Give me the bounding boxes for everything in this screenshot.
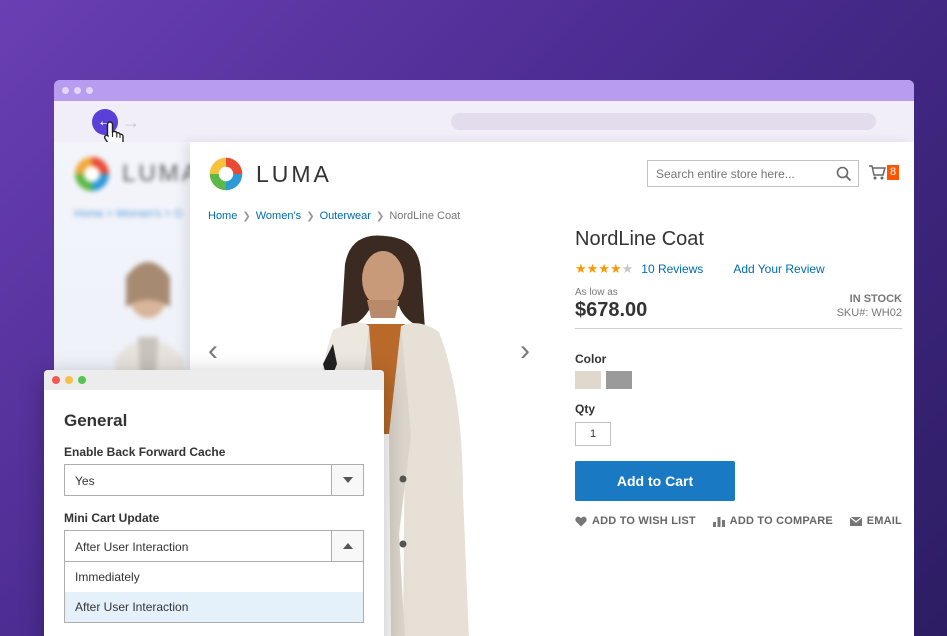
compare-label: ADD TO COMPARE (729, 515, 833, 527)
window-dot[interactable] (74, 87, 81, 94)
prev-breadcrumb: Home > Women's > O (74, 208, 183, 220)
window-dot[interactable] (86, 87, 93, 94)
breadcrumb-outerwear[interactable]: Outerwear (320, 210, 371, 222)
gallery-prev-arrow-icon[interactable]: ‹ (208, 334, 218, 368)
stock-status: IN STOCK (849, 293, 902, 305)
mini-cart-update-options: Immediately After User Interaction (64, 562, 364, 623)
breadcrumb-current: NordLine Coat (389, 210, 461, 222)
qty-input[interactable]: 1 (575, 422, 611, 446)
prev-logo-text: LUMA (122, 160, 190, 187)
option-after-user-interaction[interactable]: After User Interaction (65, 592, 363, 622)
add-to-wishlist-link[interactable]: ADD TO WISH LIST (575, 515, 696, 527)
chevron-up-icon[interactable] (331, 531, 363, 561)
product-sku: SKU#: WH02 (836, 307, 902, 319)
product-price: $678.00 (575, 299, 648, 321)
email-label: EMAIL (866, 515, 902, 527)
luma-logo-icon (75, 157, 109, 191)
add-review-link[interactable]: Add Your Review (733, 262, 824, 276)
color-swatch-beige[interactable] (575, 371, 601, 389)
product-actions: ADD TO WISH LIST ADD TO COMPARE EMAIL (575, 515, 902, 527)
breadcrumb-home[interactable]: Home (208, 210, 237, 222)
mini-cart-update-label: Mini Cart Update (64, 511, 160, 525)
maximize-dot[interactable] (78, 376, 86, 384)
heart-icon (575, 516, 587, 526)
compare-icon (712, 516, 725, 527)
cart-icon[interactable] (868, 164, 886, 180)
close-dot[interactable] (52, 376, 60, 384)
envelope-icon (849, 516, 862, 526)
browser-toolbar: ← → (54, 101, 914, 148)
chevron-down-icon[interactable] (331, 465, 363, 495)
rating-stars-icon: ★★★★★ (575, 261, 634, 276)
mini-cart-update-select[interactable]: After User Interaction (64, 530, 364, 562)
back-forward-cache-select[interactable]: Yes (64, 464, 364, 496)
luma-logo-icon[interactable] (208, 156, 244, 192)
popup-titlebar (44, 370, 384, 390)
search-icon[interactable] (836, 166, 852, 182)
chevron-right-icon: ❯ (375, 210, 385, 222)
back-forward-cache-label: Enable Back Forward Cache (64, 445, 226, 459)
product-rating: ★★★★★ 10 Reviews Add Your Review (575, 261, 825, 277)
divider (575, 328, 902, 329)
cart-count-badge[interactable]: 8 (887, 165, 900, 180)
address-bar[interactable] (451, 113, 876, 130)
back-forward-cache-value: Yes (75, 474, 95, 488)
store-logo-text[interactable]: LUMA (256, 161, 332, 188)
as-low-as-label: As low as (575, 287, 618, 298)
window-dot[interactable] (62, 87, 69, 94)
wishlist-label: ADD TO WISH LIST (592, 515, 696, 527)
color-label: Color (575, 352, 607, 366)
browser-titlebar (54, 80, 914, 101)
search-input[interactable]: Search entire store here... (647, 160, 859, 187)
gallery-next-arrow-icon[interactable]: › (520, 334, 530, 368)
section-title: General (64, 411, 128, 430)
mini-cart-update-value: After User Interaction (75, 540, 189, 554)
qty-label: Qty (575, 402, 596, 416)
chevron-right-icon: ❯ (242, 210, 251, 222)
product-title: NordLine Coat (575, 228, 704, 250)
chevron-right-icon: ❯ (306, 210, 315, 222)
add-to-compare-link[interactable]: ADD TO COMPARE (712, 515, 833, 527)
breadcrumb: Home ❯ Women’s ❯ Outerwear ❯ NordLine Co… (208, 210, 460, 222)
minimize-dot[interactable] (65, 376, 73, 384)
color-swatch-gray[interactable] (606, 371, 632, 389)
search-placeholder: Search entire store here... (656, 167, 795, 181)
reviews-link[interactable]: 10 Reviews (641, 262, 703, 276)
email-link[interactable]: EMAIL (849, 515, 902, 527)
breadcrumb-womens[interactable]: Women’s (256, 210, 301, 222)
admin-settings-window: General Enable Back Forward Cache Yes Mi… (44, 370, 384, 636)
add-to-cart-button[interactable]: Add to Cart (575, 461, 735, 501)
option-immediately[interactable]: Immediately (65, 562, 363, 592)
